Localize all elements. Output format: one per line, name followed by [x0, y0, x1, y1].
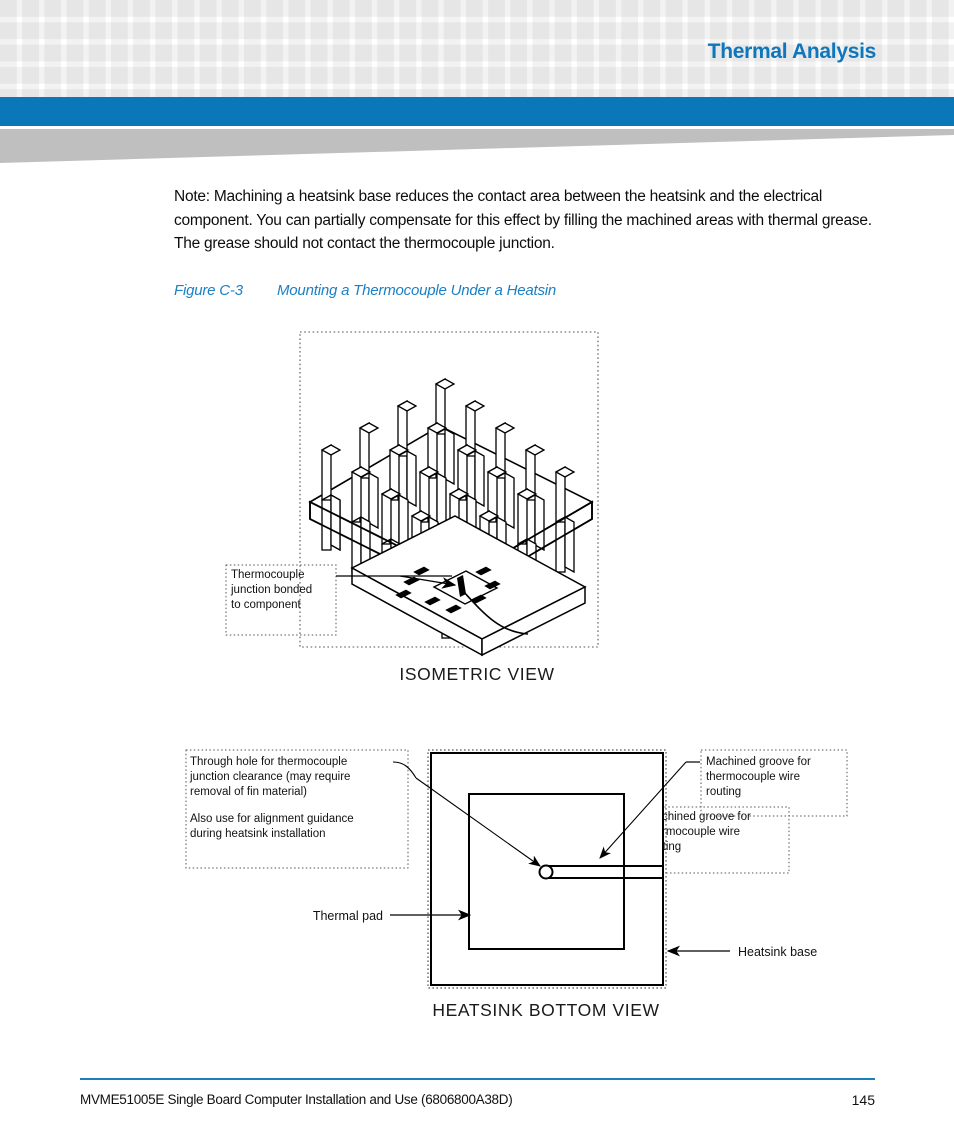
figure-caption: Figure C-3 Mounting a Thermocouple Under … [174, 282, 556, 299]
thermal-pad-label: Thermal pad [313, 909, 383, 923]
bottom-view-label: HEATSINK BOTTOM VIEW [432, 1000, 659, 1020]
isometric-view-label: ISOMETRIC VIEW [399, 664, 554, 684]
callout-through-hole-p2: Also use for alignment guidance during he… [190, 813, 354, 840]
page-title: Thermal Analysis [707, 40, 877, 63]
callout-thermocouple-junction-text: Thermocouple junction bonded to component [230, 569, 312, 611]
note-paragraph: Note: Machining a heatsink base reduces … [174, 188, 872, 252]
figure-title: Mounting a Thermocouple Under a Heatsin [277, 282, 557, 299]
callout-through-hole-p1: Through hole for thermocouple junction cl… [189, 756, 350, 798]
heatsink-base-label: Heatsink base [738, 945, 817, 959]
page-header: Thermal Analysis [0, 0, 954, 97]
callout-machined-groove-bottom-text: Machined groove for thermocouple wire rout… [706, 756, 811, 798]
footer-document-title: MVME51005E Single Board Computer Install… [80, 1092, 513, 1107]
heatsink-bottom-view-drawing: Through hole for thermocouple junction cl… [185, 749, 848, 1020]
figure-number: Figure C-3 [174, 282, 243, 299]
page-footer: MVME51005E Single Board Computer Install… [0, 1070, 954, 1145]
footer-page-number: 145 [851, 1092, 875, 1108]
header-accent-bar [0, 97, 954, 126]
header-swoosh-graphic [0, 129, 954, 165]
label-heatsink-base: Heatsink base [666, 945, 817, 959]
figure-graphic: Machined groove forthermocouple wirerout… [0, 310, 954, 1050]
footer-divider [80, 1078, 875, 1080]
